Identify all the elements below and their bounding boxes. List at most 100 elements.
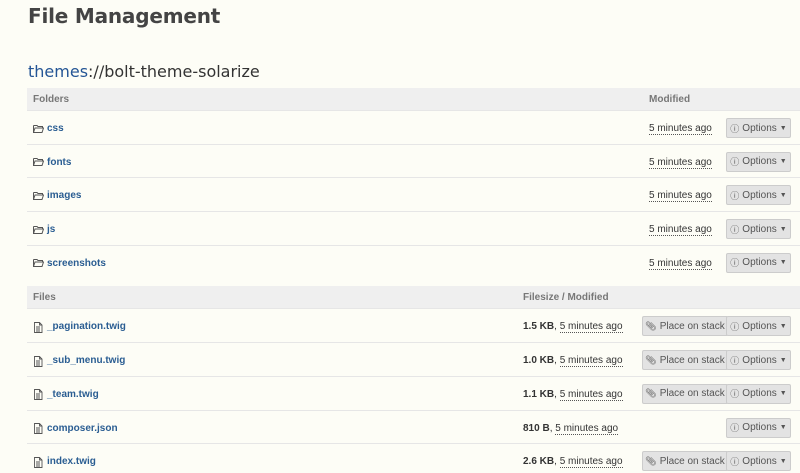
- file-icon: [33, 321, 44, 333]
- file-size: 810 B: [523, 422, 550, 434]
- file-link[interactable]: _pagination.twig: [33, 321, 126, 333]
- caret-down-icon: ▼: [779, 158, 787, 166]
- folder-link[interactable]: images: [33, 190, 81, 201]
- caret-down-icon: ▼: [779, 225, 787, 233]
- modified-time: 5 minutes ago: [559, 456, 623, 469]
- file-link[interactable]: _team.twig: [33, 388, 99, 401]
- file-icon: [33, 423, 44, 434]
- info-circle-icon: ⓘ: [730, 157, 740, 168]
- info-circle-icon: ⓘ: [730, 355, 740, 366]
- file-name: _team.twig: [47, 388, 99, 400]
- files-header-label: Files: [33, 292, 56, 304]
- folder-row: js 5 minutes ago ⓘ Options ▼: [27, 211, 800, 245]
- folder-row: screenshots 5 minutes ago ⓘ Options ▼: [27, 244, 800, 279]
- breadcrumb-separator: ://: [88, 62, 105, 81]
- info-circle-icon: ⓘ: [730, 224, 740, 235]
- options-button[interactable]: ⓘ Options ▼: [726, 219, 791, 240]
- folder-modified: 5 minutes ago: [649, 123, 712, 135]
- file-row: composer.json 810 B, 5 minutes ago ⓘ Option…: [27, 409, 800, 444]
- modified-time: 5 minutes ago: [559, 388, 623, 401]
- place-on-stack-button[interactable]: 📎︎ Place on stack: [642, 350, 727, 371]
- place-on-stack-button[interactable]: 📎︎ Place on stack: [642, 316, 727, 337]
- folder-modified: 5 minutes ago: [649, 156, 712, 169]
- options-label: Options: [742, 354, 777, 366]
- place-on-stack-label: Place on stack: [659, 388, 725, 400]
- options-button[interactable]: ⓘ Options ▼: [726, 151, 791, 172]
- file-size-modified: 2.6 KB, 5 minutes ago: [523, 456, 623, 469]
- options-button[interactable]: ⓘ Options ▼: [726, 252, 791, 273]
- page-title: File Management: [28, 4, 221, 28]
- file-table: Folders Modified css 5 minutes ago ⓘ Option…: [27, 88, 800, 473]
- options-label: Options: [742, 455, 777, 467]
- folder-link[interactable]: js: [33, 224, 55, 235]
- files-header: Files Filesize / Modified: [27, 286, 800, 309]
- options-label: Options: [742, 156, 777, 168]
- caret-down-icon: ▼: [779, 259, 787, 267]
- place-on-stack-button[interactable]: 📎︎ Place on stack: [642, 451, 727, 472]
- file-size-modified: 1.5 KB, 5 minutes ago: [523, 321, 623, 334]
- caret-down-icon: ▼: [779, 124, 787, 132]
- options-label: Options: [742, 422, 777, 433]
- paperclip-icon: 📎︎: [645, 320, 657, 331]
- place-on-stack-label: Place on stack: [659, 455, 725, 467]
- breadcrumb-namespace-link[interactable]: themes: [28, 62, 88, 81]
- file-link[interactable]: _sub_menu.twig: [33, 355, 126, 367]
- options-button[interactable]: ⓘ Options ▼: [726, 118, 791, 138]
- caret-down-icon: ▼: [779, 457, 787, 465]
- folder-link[interactable]: fonts: [33, 157, 71, 168]
- file-icon: [33, 355, 44, 367]
- caret-down-icon: ▼: [779, 390, 787, 398]
- file-size-modified: 810 B, 5 minutes ago: [523, 422, 619, 435]
- file-icon: [33, 389, 44, 401]
- file-row: _sub_menu.twig 1.0 KB, 5 minutes ago 📎︎ Pla…: [27, 342, 800, 376]
- options-button[interactable]: ⓘ Options ▼: [726, 451, 791, 472]
- options-button[interactable]: ⓘ Options ▼: [726, 316, 791, 337]
- file-size: 1.5 KB: [523, 321, 555, 333]
- file-link[interactable]: index.twig: [33, 456, 96, 468]
- file-size: 1.1 KB: [523, 388, 555, 400]
- options-label: Options: [742, 122, 777, 134]
- options-button[interactable]: ⓘ Options ▼: [726, 185, 791, 206]
- info-circle-icon: ⓘ: [730, 258, 740, 269]
- folder-link[interactable]: screenshots: [33, 258, 106, 269]
- file-row: _team.twig 1.1 KB, 5 minutes ago 📎︎ Place o…: [27, 375, 800, 410]
- modified-time: 5 minutes ago: [649, 257, 712, 270]
- file-row: _pagination.twig 1.5 KB, 5 minutes ago 📎︎ P…: [27, 308, 800, 342]
- file-size: 1.0 KB: [523, 355, 555, 367]
- place-on-stack-button[interactable]: 📎︎ Place on stack: [642, 383, 727, 404]
- folders-modified-header: Modified: [649, 94, 691, 105]
- folder-open-icon: [33, 124, 45, 134]
- folder-modified: 5 minutes ago: [649, 224, 712, 237]
- file-icon: [33, 456, 44, 468]
- folder-open-icon: [33, 191, 45, 201]
- options-label: Options: [742, 388, 777, 400]
- file-size: 2.6 KB: [523, 456, 555, 468]
- place-on-stack-label: Place on stack: [659, 354, 725, 366]
- modified-time: 5 minutes ago: [555, 422, 619, 435]
- paperclip-icon: 📎︎: [645, 455, 657, 466]
- options-button[interactable]: ⓘ Options ▼: [726, 383, 791, 404]
- info-circle-icon: ⓘ: [730, 321, 740, 332]
- files-size-modified-header: Filesize / Modified: [523, 292, 609, 304]
- folder-open-icon: [33, 258, 45, 268]
- folders-header-label: Folders: [33, 94, 70, 105]
- folder-list: css 5 minutes ago ⓘ Options ▼ fonts 5 minutes …: [27, 110, 800, 278]
- caret-down-icon: ▼: [779, 191, 787, 199]
- folder-row: fonts 5 minutes ago ⓘ Options ▼: [27, 143, 800, 178]
- file-name: _sub_menu.twig: [47, 355, 126, 367]
- folder-link[interactable]: css: [33, 123, 64, 134]
- modified-time: 5 minutes ago: [559, 321, 623, 334]
- options-label: Options: [742, 189, 777, 201]
- options-button[interactable]: ⓘ Options ▼: [726, 417, 791, 438]
- paperclip-icon: 📎︎: [645, 354, 657, 365]
- options-button[interactable]: ⓘ Options ▼: [726, 350, 791, 371]
- folder-modified: 5 minutes ago: [649, 190, 712, 203]
- folder-row: images 5 minutes ago ⓘ Options ▼: [27, 177, 800, 211]
- info-circle-icon: ⓘ: [730, 389, 740, 400]
- file-name: index.twig: [47, 456, 96, 468]
- file-link[interactable]: composer.json: [33, 423, 118, 434]
- file-size-modified: 1.0 KB, 5 minutes ago: [523, 355, 623, 368]
- file-list: _pagination.twig 1.5 KB, 5 minutes ago 📎︎ P…: [27, 308, 800, 473]
- folder-open-icon: [33, 157, 45, 167]
- folder-name: css: [47, 123, 64, 134]
